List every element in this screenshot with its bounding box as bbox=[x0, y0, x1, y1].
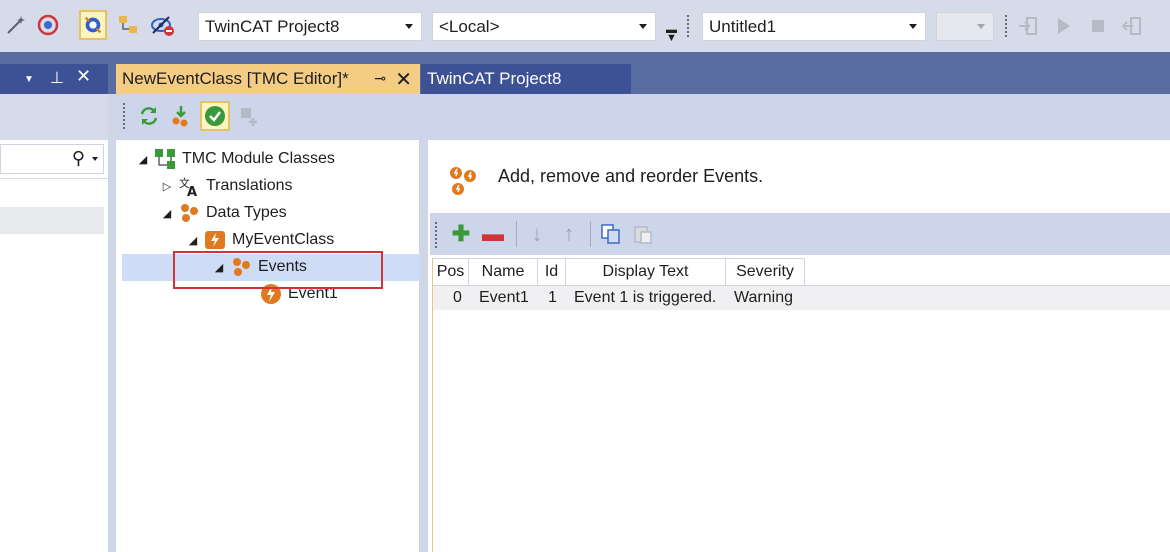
translate-icon: 文A bbox=[178, 175, 200, 200]
column-header-id[interactable]: Id bbox=[538, 258, 566, 286]
divider bbox=[0, 178, 108, 179]
cell-name[interactable]: Event1 bbox=[479, 289, 529, 307]
panel-toolbar bbox=[0, 94, 108, 140]
splitter[interactable] bbox=[420, 140, 428, 552]
copy-icon[interactable] bbox=[596, 219, 626, 249]
tmc-editor-toolbar bbox=[116, 94, 1170, 140]
tree-node-label: Data Types bbox=[206, 204, 287, 221]
remove-icon[interactable]: ▬ bbox=[478, 219, 508, 249]
expanded-arrow-icon[interactable]: ◢ bbox=[186, 234, 200, 247]
events-icon bbox=[446, 164, 480, 198]
move-down-icon[interactable]: ↓ bbox=[522, 219, 552, 249]
toolbar-grip[interactable] bbox=[122, 102, 126, 130]
tab-twincat-project[interactable]: TwinCAT Project8 bbox=[421, 64, 631, 94]
import-icon[interactable] bbox=[166, 101, 196, 131]
column-header-severity[interactable]: Severity bbox=[726, 258, 805, 286]
chevron-down-icon bbox=[405, 24, 413, 29]
separator bbox=[590, 221, 591, 247]
refresh-icon[interactable] bbox=[134, 101, 164, 131]
cell-id[interactable]: 1 bbox=[548, 289, 557, 307]
stop-icon[interactable] bbox=[1086, 12, 1110, 40]
events-editor: Add, remove and reorder Events. ✚ ▬ ↓ ↑ … bbox=[428, 140, 1170, 552]
column-header-name[interactable]: Name bbox=[469, 258, 538, 286]
expanded-arrow-icon[interactable]: ◢ bbox=[160, 207, 174, 220]
tree-node-tmc-module-classes[interactable]: ◢ TMC Module Classes bbox=[136, 146, 335, 172]
chevron-down-icon bbox=[977, 24, 985, 29]
tree-node-my-event-class[interactable]: ◢ MyEventClass bbox=[186, 227, 334, 253]
toolbar-grip[interactable] bbox=[434, 221, 438, 249]
tmc-tree: ◢ TMC Module Classes ▷ 文A Translations ◢… bbox=[116, 140, 420, 552]
file-combo-value: Untitled1 bbox=[709, 17, 777, 36]
page-title: Add, remove and reorder Events. bbox=[498, 166, 764, 186]
overflow-chevron-icon[interactable]: ▬ ▼ bbox=[666, 25, 677, 44]
expanded-arrow-icon[interactable]: ◢ bbox=[136, 153, 150, 166]
move-up-icon[interactable]: ↑ bbox=[554, 219, 584, 249]
toolbar-grip[interactable] bbox=[686, 14, 690, 38]
add-icon[interactable]: ✚ bbox=[446, 219, 476, 249]
start-icon[interactable] bbox=[1052, 12, 1076, 40]
search-input[interactable]: ⚲ bbox=[0, 144, 104, 174]
panel-header: ▼ ⊥ ✕ bbox=[0, 64, 108, 94]
solution-explorer-panel: ▼ ⊥ ✕ ⚲ bbox=[0, 64, 108, 552]
tree-node-data-types[interactable]: ◢ Data Types bbox=[160, 200, 287, 226]
paste-icon[interactable] bbox=[628, 219, 658, 249]
tree-node-translations[interactable]: ▷ 文A Translations bbox=[160, 173, 293, 200]
disabled-combo[interactable] bbox=[936, 12, 994, 41]
table-row[interactable]: 0 Event1 1 Event 1 is triggered. Warning bbox=[433, 286, 1170, 310]
add-icon-disabled[interactable] bbox=[234, 101, 264, 131]
choose-target-icon[interactable] bbox=[114, 10, 142, 40]
login-icon[interactable] bbox=[1016, 12, 1040, 40]
logout-icon[interactable] bbox=[1120, 12, 1144, 40]
cell-display-text[interactable]: Event 1 is triggered. bbox=[574, 289, 716, 307]
tab-label: NewEventClass [TMC Editor]* bbox=[122, 69, 349, 88]
project-combo[interactable]: TwinCAT Project8 bbox=[198, 12, 422, 41]
tree-node-label: TMC Module Classes bbox=[182, 150, 335, 167]
close-icon[interactable]: ✕ bbox=[76, 66, 91, 87]
pin-icon[interactable]: ⊥ bbox=[50, 68, 64, 88]
chevron-down-icon[interactable] bbox=[92, 157, 98, 161]
main-toolbar: TwinCAT Project8 <Local> ▬ ▼ Untitled1 bbox=[0, 0, 1170, 52]
selected-item[interactable] bbox=[0, 207, 104, 234]
column-header-pos[interactable]: Pos bbox=[433, 258, 469, 286]
pin-icon[interactable]: ⊸ bbox=[374, 70, 386, 87]
events-grid: Pos Name Id Display Text Severity 0 Even… bbox=[432, 258, 1170, 552]
separator bbox=[516, 221, 517, 247]
events-toolbar: ✚ ▬ ↓ ↑ bbox=[430, 213, 1170, 255]
project-combo-value: TwinCAT Project8 bbox=[205, 17, 340, 36]
tab-new-event-class[interactable]: NewEventClass [TMC Editor]* ⊸ ✕ bbox=[116, 64, 420, 94]
toggle-visibility-icon[interactable] bbox=[148, 10, 176, 40]
dropdown-icon[interactable]: ▼ bbox=[24, 74, 34, 85]
search-icon[interactable]: ⚲ bbox=[72, 148, 85, 169]
magic-wand-icon[interactable] bbox=[2, 10, 30, 40]
event-class-icon bbox=[204, 229, 226, 251]
toolbar-grip[interactable] bbox=[1004, 14, 1008, 38]
target-system-value: <Local> bbox=[439, 17, 500, 36]
check-icon[interactable] bbox=[200, 101, 230, 131]
file-combo[interactable]: Untitled1 bbox=[702, 12, 926, 41]
header-filler bbox=[805, 258, 1170, 286]
column-header-display-text[interactable]: Display Text bbox=[566, 258, 726, 286]
chevron-down-icon bbox=[909, 24, 917, 29]
module-classes-icon bbox=[154, 148, 176, 170]
close-icon[interactable]: ✕ bbox=[395, 67, 412, 92]
svg-text:A: A bbox=[187, 185, 197, 197]
cell-severity[interactable]: Warning bbox=[734, 289, 793, 307]
tree-node-label: MyEventClass bbox=[232, 231, 335, 248]
activate-configuration-icon[interactable] bbox=[34, 10, 62, 40]
cell-pos[interactable]: 0 bbox=[453, 289, 462, 307]
chevron-down-icon bbox=[639, 24, 647, 29]
config-mode-icon[interactable] bbox=[79, 10, 107, 40]
data-types-icon bbox=[178, 202, 200, 224]
tree-node-label: Translations bbox=[206, 177, 293, 194]
collapsed-arrow-icon[interactable]: ▷ bbox=[160, 180, 174, 193]
target-system-combo[interactable]: <Local> bbox=[432, 12, 656, 41]
tab-label: TwinCAT Project8 bbox=[427, 69, 562, 88]
highlight-box bbox=[173, 251, 383, 289]
